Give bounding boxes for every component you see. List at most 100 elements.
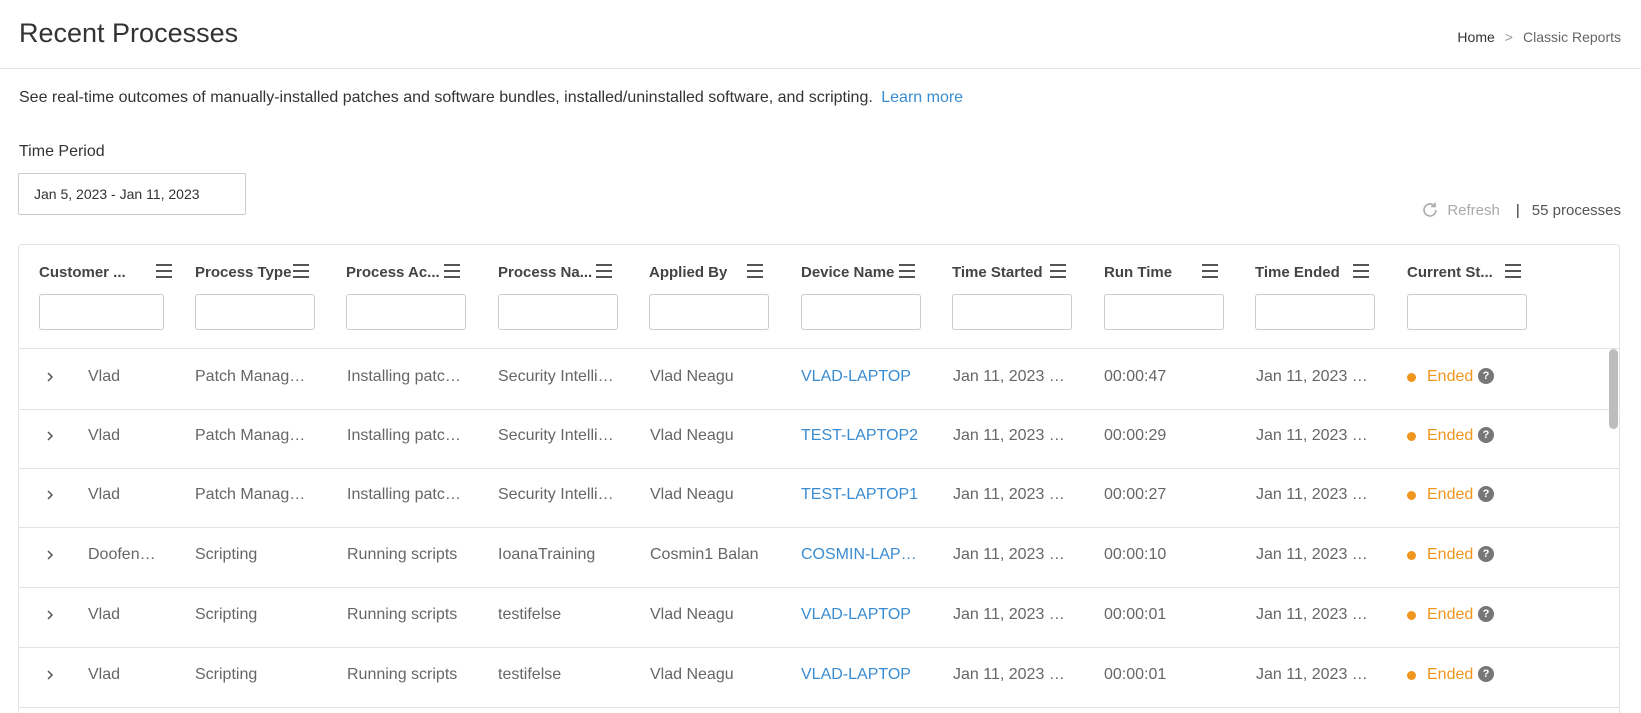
device-link[interactable]: VLAD-LAPTOP xyxy=(801,368,919,386)
filter-input-time-ended[interactable] xyxy=(1255,294,1375,330)
cell-time-ended: Jan 11, 2023 3:15 PM xyxy=(1256,486,1374,503)
table-row[interactable]: Vlad Patch Management Installing patches… xyxy=(19,349,1619,410)
table-row[interactable]: Vlad Patch Management Installing patches… xyxy=(19,467,1619,528)
cell-customer: Vlad xyxy=(88,427,121,444)
filter-input-customer[interactable] xyxy=(39,294,164,330)
cell-process-name: IoanaTraining xyxy=(498,546,596,563)
cell-run-time: 00:00:29 xyxy=(1104,427,1167,444)
table-row[interactable]: Vlad Scripting Running scripts testifels… xyxy=(19,647,1619,708)
chevron-right-icon[interactable] xyxy=(45,667,55,683)
breadcrumb-home-link[interactable]: Home xyxy=(1457,29,1494,45)
column-header-run-time[interactable]: Run Time xyxy=(1104,260,1229,284)
column-header-applied-by[interactable]: Applied By xyxy=(649,260,774,284)
cell-process-type: Scripting xyxy=(195,546,258,563)
cell-run-time: 00:00:47 xyxy=(1104,368,1167,385)
chevron-right-icon[interactable] xyxy=(45,607,55,623)
cell-process-action: Running scripts xyxy=(347,666,458,683)
refresh-button[interactable]: Refresh xyxy=(1421,201,1500,219)
cell-time-started: Jan 11, 2023 3:15 PM xyxy=(953,368,1071,385)
filter-input-run-time[interactable] xyxy=(1104,294,1224,330)
column-header-current-status[interactable]: Current St... xyxy=(1407,260,1532,284)
column-title: Customer ... xyxy=(39,263,126,281)
device-link[interactable]: TEST-LAPTOP2 xyxy=(801,427,919,445)
grid-scrollbar[interactable] xyxy=(1609,349,1618,429)
column-title: Time Started xyxy=(952,263,1043,281)
status-badge: Ended xyxy=(1407,368,1473,386)
column-header-process-name[interactable]: Process Na... xyxy=(498,260,623,284)
status-dot xyxy=(1407,550,1416,560)
table-row[interactable]: Vlad Patch Management Installing patches… xyxy=(19,408,1619,469)
chevron-right-icon[interactable] xyxy=(45,547,55,563)
menu-icon[interactable] xyxy=(444,264,460,278)
toolbar-divider: | xyxy=(1515,201,1520,219)
cell-process-name: Security Intelligence xyxy=(498,486,616,503)
cell-customer: Doofenshmirtz xyxy=(88,546,158,563)
filter-input-applied-by[interactable] xyxy=(649,294,769,330)
cell-process-action: Installing patches xyxy=(347,368,465,385)
filter-input-process-action[interactable] xyxy=(346,294,466,330)
column-header-time-started[interactable]: Time Started xyxy=(952,260,1077,284)
status-label: Ended xyxy=(1427,368,1474,385)
column-header-process-type[interactable]: Process Type xyxy=(195,260,320,284)
cell-process-name: Security Intelligence xyxy=(498,427,616,444)
page-header: Recent Processes Home > Classic Reports xyxy=(0,0,1641,69)
column-header-customer[interactable]: Customer ... xyxy=(39,260,172,284)
cell-customer: Vlad xyxy=(88,666,121,683)
table-row[interactable]: Doofenshmirtz Scripting Running scripts … xyxy=(19,527,1619,588)
cell-process-name: testifelse xyxy=(498,606,562,623)
status-label: Ended xyxy=(1427,606,1474,623)
menu-icon[interactable] xyxy=(596,264,612,278)
cell-applied-by: Vlad Neagu xyxy=(650,606,734,623)
help-icon[interactable]: ? xyxy=(1478,486,1494,502)
help-icon[interactable]: ? xyxy=(1478,666,1494,682)
page-title: Recent Processes xyxy=(19,18,239,48)
device-link[interactable]: VLAD-LAPTOP xyxy=(801,666,919,684)
cell-process-type: Scripting xyxy=(195,606,258,623)
column-title: Run Time xyxy=(1104,263,1173,281)
filter-input-process-type[interactable] xyxy=(195,294,315,330)
cell-time-started: Jan 11, 2023 1:20 PM xyxy=(953,606,1071,623)
menu-icon[interactable] xyxy=(1202,264,1218,278)
column-header-process-action[interactable]: Process Ac... xyxy=(346,260,471,284)
filter-input-time-started[interactable] xyxy=(952,294,1072,330)
menu-icon[interactable] xyxy=(293,264,309,278)
status-badge: Ended xyxy=(1407,546,1473,564)
chevron-right-icon[interactable] xyxy=(45,428,55,444)
filter-input-process-name[interactable] xyxy=(498,294,618,330)
menu-icon[interactable] xyxy=(1050,264,1066,278)
chevron-right-icon[interactable] xyxy=(45,487,55,503)
menu-icon[interactable] xyxy=(899,264,915,278)
refresh-icon xyxy=(1423,202,1438,217)
filter-input-device-name[interactable] xyxy=(801,294,921,330)
help-icon[interactable]: ? xyxy=(1478,546,1494,562)
chevron-right-icon[interactable] xyxy=(45,369,55,385)
refresh-label: Refresh xyxy=(1447,201,1500,219)
status-badge: Ended xyxy=(1407,486,1473,504)
status-badge: Ended xyxy=(1407,427,1473,445)
column-header-device-name[interactable]: Device Name xyxy=(801,260,926,284)
time-period-label: Time Period xyxy=(19,143,105,160)
menu-icon[interactable] xyxy=(156,264,172,278)
status-badge: Ended xyxy=(1407,666,1473,684)
time-period-picker[interactable]: Jan 5, 2023 - Jan 11, 2023 xyxy=(18,173,246,215)
cell-run-time: 00:00:27 xyxy=(1104,486,1167,503)
help-icon[interactable]: ? xyxy=(1478,427,1494,443)
cell-process-action: Running scripts xyxy=(347,546,458,563)
menu-icon[interactable] xyxy=(1353,264,1369,278)
help-icon[interactable]: ? xyxy=(1478,606,1494,622)
help-icon[interactable]: ? xyxy=(1478,368,1494,384)
column-header-time-ended[interactable]: Time Ended xyxy=(1255,260,1380,284)
filter-input-current-status[interactable] xyxy=(1407,294,1527,330)
status-label: Ended xyxy=(1427,427,1474,444)
menu-icon[interactable] xyxy=(1505,264,1521,278)
table-row[interactable]: Vlad Scripting Running scripts testifels… xyxy=(19,587,1619,648)
cell-run-time: 00:00:01 xyxy=(1104,666,1167,683)
device-link[interactable]: COSMIN-LAPTOP xyxy=(801,546,919,564)
cell-customer: Vlad xyxy=(88,486,121,503)
device-link[interactable]: TEST-LAPTOP1 xyxy=(801,486,919,504)
menu-icon[interactable] xyxy=(747,264,763,278)
learn-more-link[interactable]: Learn more xyxy=(881,89,963,106)
device-link[interactable]: VLAD-LAPTOP xyxy=(801,606,919,624)
cell-process-name: testifelse xyxy=(498,666,562,683)
cell-time-ended: Jan 11, 2023 1:20 PM xyxy=(1256,606,1374,623)
